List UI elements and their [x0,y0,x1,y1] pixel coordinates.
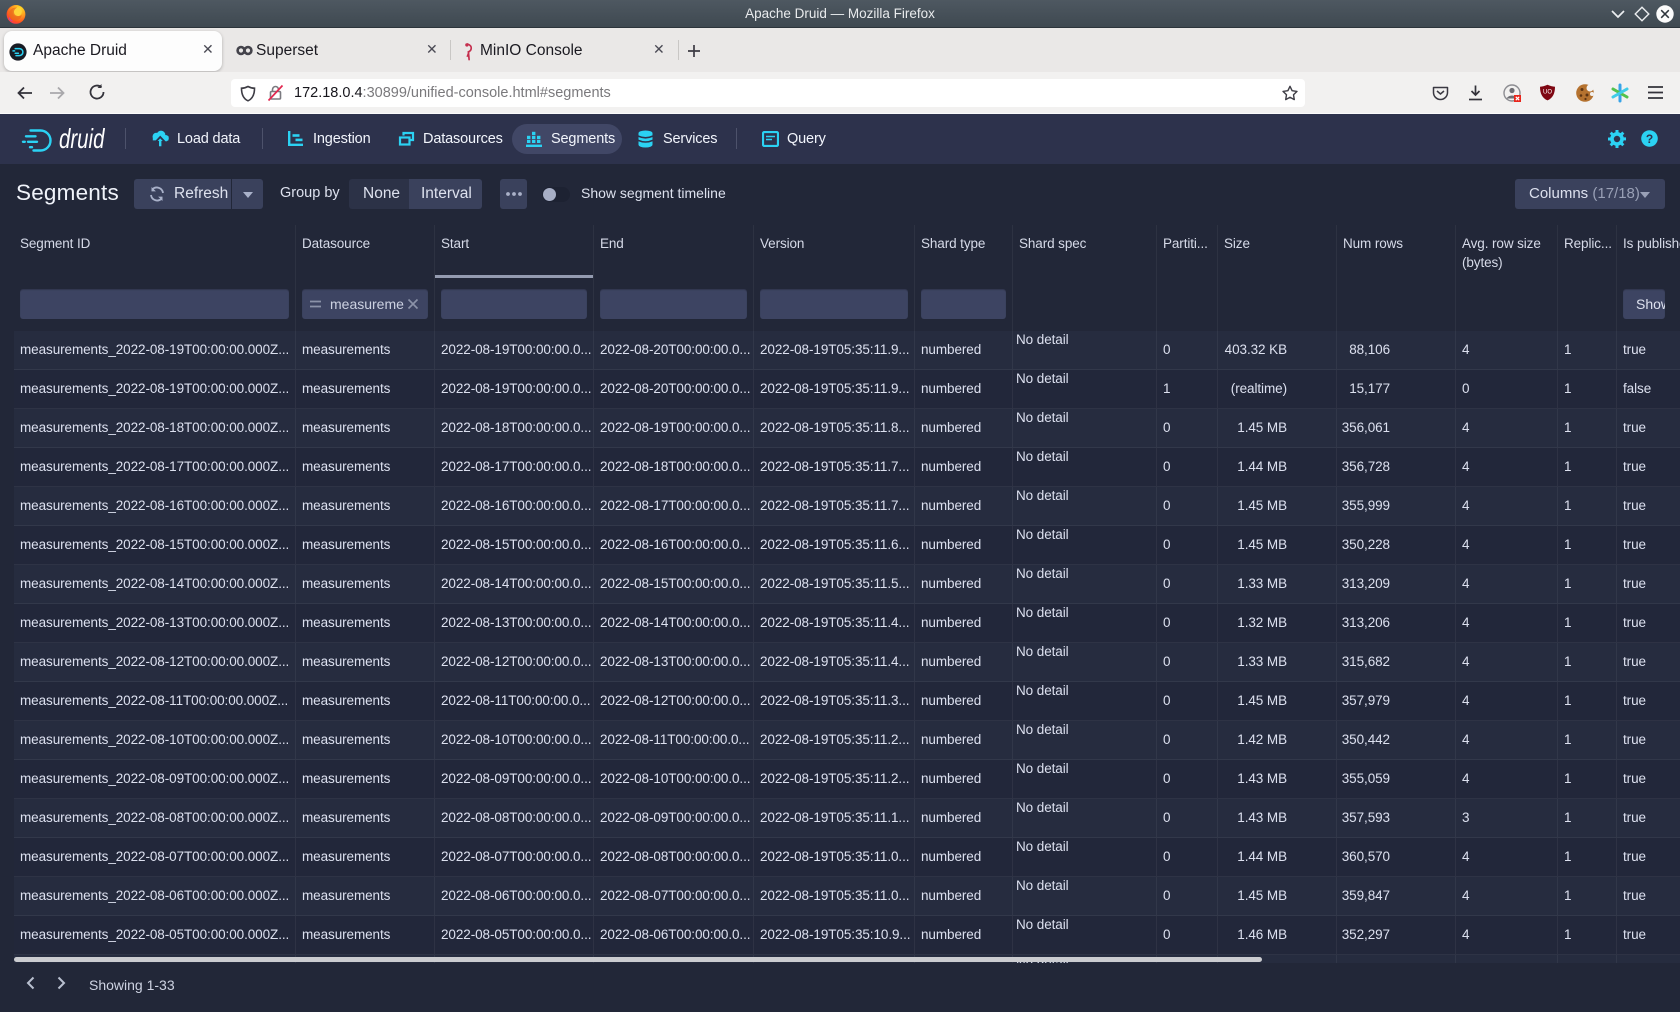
svg-text:?: ? [1646,132,1653,146]
svg-text:UO: UO [1543,90,1552,96]
